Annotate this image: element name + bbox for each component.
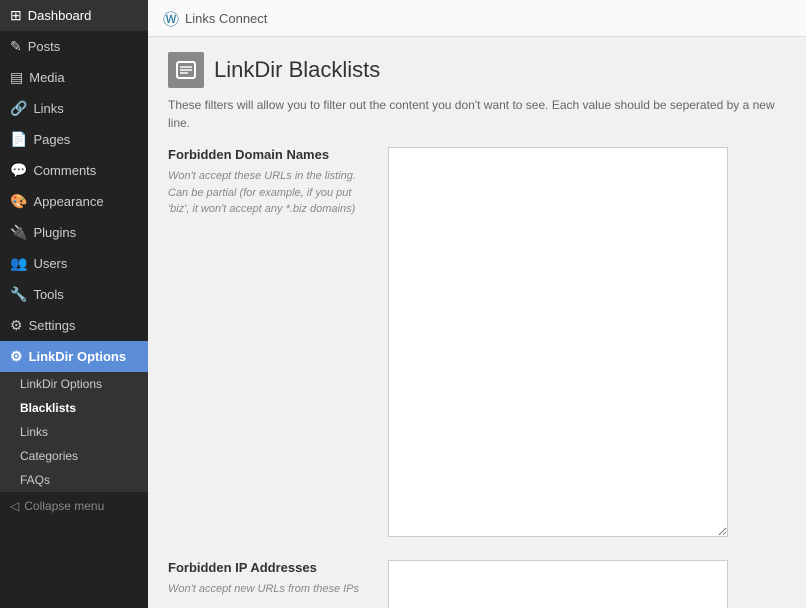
forbidden-ip-section: Forbidden IP Addresses Won't accept new … bbox=[168, 560, 786, 608]
submenu-item-categories[interactable]: Categories bbox=[0, 444, 148, 468]
media-icon: ▤ bbox=[10, 69, 23, 86]
sidebar-submenu: LinkDir Options Blacklists Links Categor… bbox=[0, 372, 148, 492]
plugins-icon: 🔌 bbox=[10, 224, 27, 241]
page-title-section: LinkDir Blacklists bbox=[168, 52, 786, 88]
sidebar-item-pages[interactable]: 📄 Pages bbox=[0, 124, 148, 155]
submenu-item-faqs[interactable]: FAQs bbox=[0, 468, 148, 492]
sidebar-item-appearance[interactable]: 🎨 Appearance bbox=[0, 186, 148, 217]
forbidden-domain-label-col: Forbidden Domain Names Won't accept thes… bbox=[168, 147, 388, 540]
posts-icon: ✎ bbox=[10, 38, 22, 55]
main-content: Ⓦ Links Connect LinkDir Blacklists These… bbox=[148, 0, 806, 608]
sidebar-item-users[interactable]: 👥 Users bbox=[0, 248, 148, 279]
pages-icon: 📄 bbox=[10, 131, 27, 148]
page-title-icon-box bbox=[168, 52, 204, 88]
sidebar-item-settings[interactable]: ⚙ Settings bbox=[0, 310, 148, 341]
wordpress-icon: Ⓦ bbox=[163, 6, 179, 30]
sidebar-item-tools[interactable]: 🔧 Tools bbox=[0, 279, 148, 310]
submenu-item-linkdir-options[interactable]: LinkDir Options bbox=[0, 372, 148, 396]
users-icon: 👥 bbox=[10, 255, 27, 272]
forbidden-ip-label-col: Forbidden IP Addresses Won't accept new … bbox=[168, 560, 388, 608]
collapse-icon: ◁ bbox=[10, 499, 19, 513]
sidebar-item-dashboard[interactable]: ⊞ Dashboard bbox=[0, 0, 148, 31]
breadcrumb: Links Connect bbox=[185, 11, 267, 26]
sidebar-item-comments[interactable]: 💬 Comments bbox=[0, 155, 148, 186]
forbidden-domain-description: Won't accept these URLs in the listing. … bbox=[168, 168, 373, 218]
sidebar-item-plugins[interactable]: 🔌 Plugins bbox=[0, 217, 148, 248]
forbidden-ip-title: Forbidden IP Addresses bbox=[168, 560, 373, 575]
sidebar-item-posts[interactable]: ✎ Posts bbox=[0, 31, 148, 62]
linkdir-icon: ⚙ bbox=[10, 348, 23, 365]
topbar: Ⓦ Links Connect bbox=[148, 0, 806, 37]
collapse-menu-button[interactable]: ◁ Collapse menu bbox=[0, 492, 148, 520]
page-title: LinkDir Blacklists bbox=[214, 57, 380, 83]
sidebar: ⊞ Dashboard ✎ Posts ▤ Media 🔗 Links 📄 Pa… bbox=[0, 0, 148, 608]
dashboard-icon: ⊞ bbox=[10, 7, 22, 24]
forbidden-domain-textarea[interactable] bbox=[388, 147, 728, 537]
forbidden-ip-textarea[interactable] bbox=[388, 560, 728, 608]
forbidden-ip-description: Won't accept new URLs from these IPs bbox=[168, 581, 373, 598]
forbidden-domain-title: Forbidden Domain Names bbox=[168, 147, 373, 162]
links-icon: 🔗 bbox=[10, 100, 27, 117]
sidebar-item-linkdir-options[interactable]: ⚙ LinkDir Options bbox=[0, 341, 148, 372]
submenu-item-blacklists[interactable]: Blacklists bbox=[0, 396, 148, 420]
blacklist-icon bbox=[175, 59, 197, 81]
forbidden-ip-textarea-col bbox=[388, 560, 786, 608]
tools-icon: 🔧 bbox=[10, 286, 27, 303]
sidebar-item-links[interactable]: 🔗 Links bbox=[0, 93, 148, 124]
forbidden-domain-section: Forbidden Domain Names Won't accept thes… bbox=[168, 147, 786, 540]
sidebar-item-media[interactable]: ▤ Media bbox=[0, 62, 148, 93]
forbidden-domain-textarea-col bbox=[388, 147, 786, 540]
submenu-item-links[interactable]: Links bbox=[0, 420, 148, 444]
page-description: These filters will allow you to filter o… bbox=[168, 96, 786, 132]
settings-icon: ⚙ bbox=[10, 317, 23, 334]
comments-icon: 💬 bbox=[10, 162, 27, 179]
content-area: LinkDir Blacklists These filters will al… bbox=[148, 37, 806, 608]
appearance-icon: 🎨 bbox=[10, 193, 27, 210]
